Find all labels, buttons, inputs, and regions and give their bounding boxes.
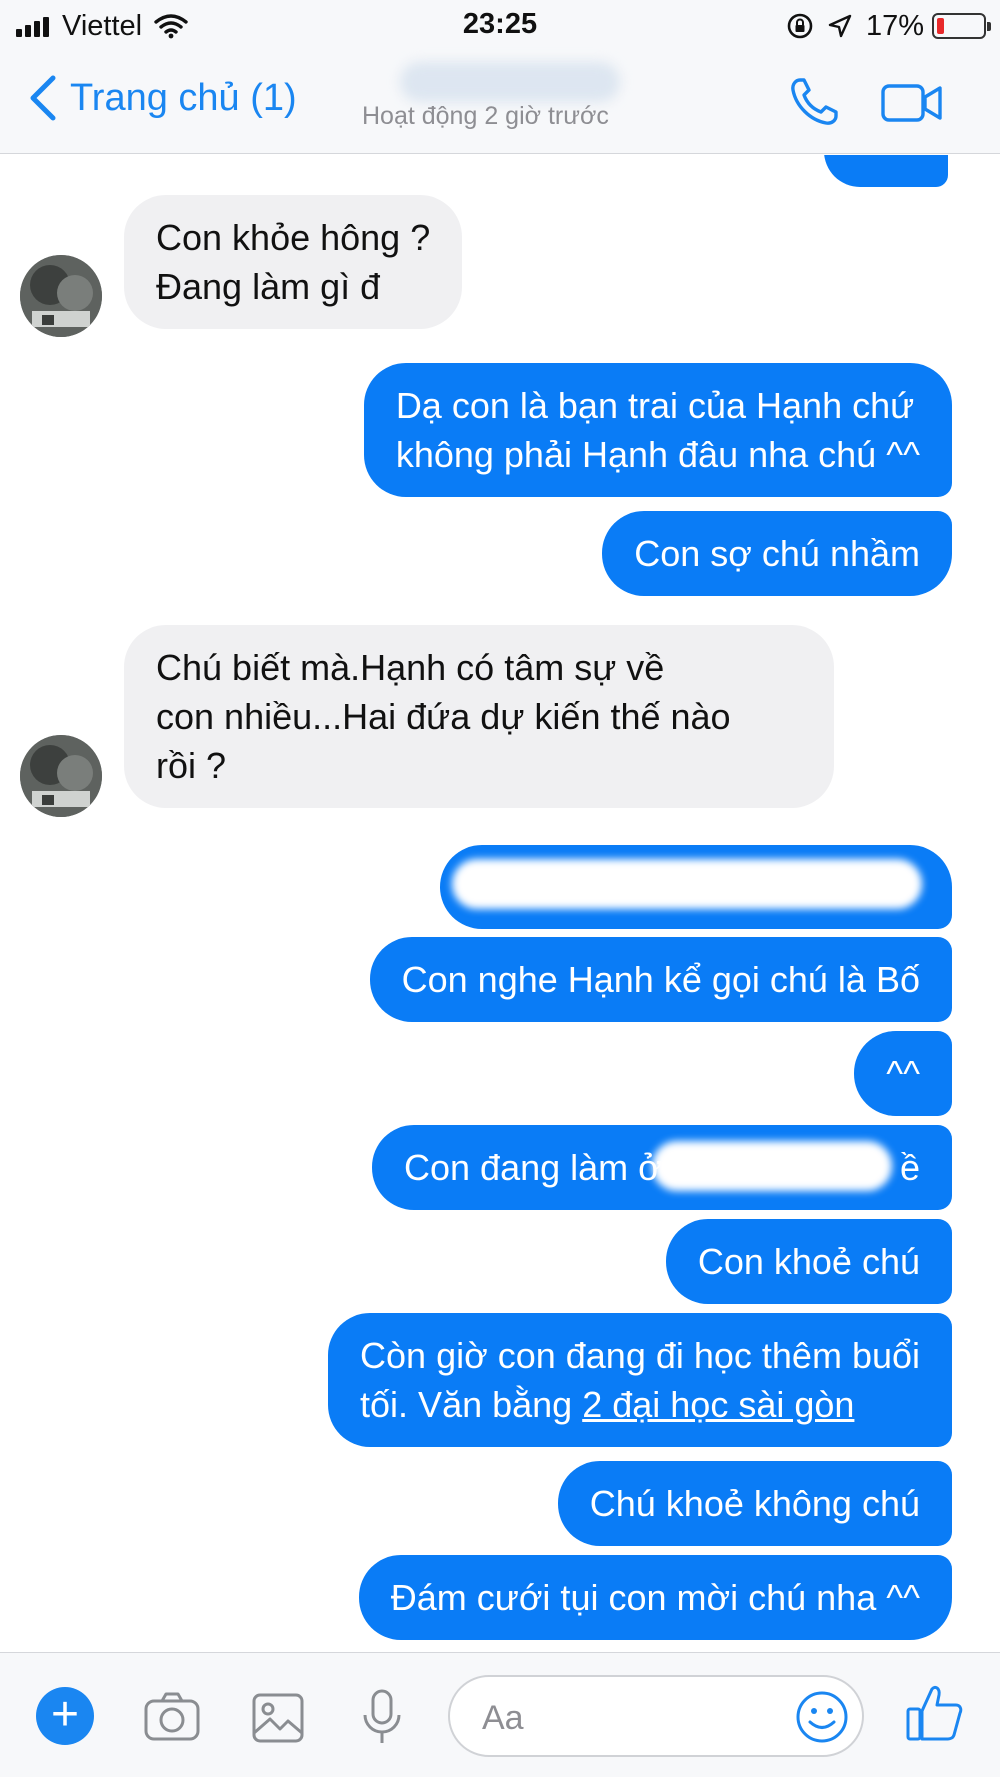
camera-icon[interactable]: [142, 1687, 202, 1747]
outgoing-message[interactable]: Con nghe Hạnh kể gọi chú là Bố: [369, 937, 952, 1022]
message-input-placeholder: Aa: [482, 1699, 524, 1737]
message-bubble-partial[interactable]: [824, 155, 948, 187]
message-line: không phải Hạnh đâu nha chú ^^: [395, 434, 920, 475]
message-input[interactable]: Aa: [448, 1675, 864, 1757]
outgoing-message[interactable]: Còn giờ con đang đi học thêm buổi tối. V…: [328, 1313, 952, 1447]
message-line: Đang làm gì đ: [156, 266, 381, 307]
battery-level: [937, 18, 945, 34]
message-line: Dạ con là bạn trai của Hạnh chứ: [395, 385, 915, 426]
message-list[interactable]: Con khỏe hông ? Đang làm gì đ Dạ con là …: [0, 155, 1000, 1650]
message-line: ^^: [886, 1053, 920, 1094]
message-line: Chú biết mà.Hạnh có tâm sự về: [156, 647, 665, 688]
plus-icon[interactable]: +: [36, 1687, 94, 1745]
chevron-left-icon: [30, 75, 56, 121]
message-composer: + Aa: [0, 1652, 1000, 1777]
contact-name-redacted: [400, 62, 620, 102]
avatar[interactable]: [20, 255, 102, 337]
incoming-message[interactable]: Con khỏe hông ? Đang làm gì đ: [124, 195, 463, 329]
message-text: tối. Văn bằng: [360, 1384, 583, 1425]
conversation-header: Trang chủ (1) Hoạt động 2 giờ trước: [0, 52, 1000, 154]
detected-link[interactable]: 2 đại học sài gòn: [582, 1384, 854, 1425]
rotation-lock-icon: [787, 13, 813, 39]
message-line: con nhiều...Hai đứa dự kiến thế nào: [156, 696, 731, 737]
message-line: Chú khoẻ không chú: [589, 1483, 920, 1524]
battery-icon: [932, 13, 991, 39]
video-camera-icon[interactable]: [880, 82, 944, 124]
outgoing-message-partially-redacted[interactable]: Con đang làm ở ề: [372, 1125, 952, 1210]
avatar-photo: [20, 735, 102, 817]
outgoing-message[interactable]: Con khoẻ chú: [665, 1219, 952, 1304]
message-line: Con khỏe hông ?: [156, 217, 431, 258]
outgoing-message[interactable]: Đám cưới tụi con mời chú nha ^^: [358, 1555, 952, 1640]
message-line: Con sợ chú nhầm: [634, 533, 920, 574]
message-text: Con đang làm ở: [404, 1147, 662, 1188]
message-line: rồi ?: [156, 745, 227, 786]
status-bar: Viettel 23:25 17%: [0, 0, 1000, 52]
outgoing-message[interactable]: Con sợ chú nhầm: [602, 511, 952, 596]
outgoing-message[interactable]: ^^: [854, 1031, 952, 1116]
message-line: Con nghe Hạnh kể gọi chú là Bố: [401, 959, 920, 1000]
message-line-with-link: tối. Văn bằng 2 đại học sài gòn: [360, 1380, 920, 1429]
outgoing-message[interactable]: Chú khoẻ không chú: [557, 1461, 952, 1546]
location-arrow-icon: [828, 14, 852, 38]
message-line: Đám cưới tụi con mời chú nha ^^: [390, 1577, 920, 1618]
phone-icon[interactable]: [786, 74, 842, 130]
message-text-tail: ề: [899, 1147, 920, 1188]
redaction-mark: [652, 1141, 892, 1191]
image-icon[interactable]: [248, 1687, 308, 1747]
microphone-icon[interactable]: [352, 1687, 412, 1747]
outgoing-message[interactable]: Dạ con là bạn trai của Hạnh chứ không ph…: [363, 363, 952, 497]
emoji-icon[interactable]: [794, 1689, 850, 1745]
thumbs-up-icon[interactable]: [904, 1681, 964, 1745]
avatar[interactable]: [20, 735, 102, 817]
status-right: 17%: [786, 8, 991, 44]
message-line: Con khoẻ chú: [697, 1241, 920, 1282]
message-line: Còn giờ con đang đi học thêm buổi: [360, 1335, 920, 1376]
avatar-photo: [20, 255, 102, 337]
battery-percent: 17%: [865, 9, 924, 42]
outgoing-message-redacted[interactable]: [440, 845, 952, 929]
incoming-message[interactable]: Chú biết mà.Hạnh có tâm sự về con nhiều.…: [124, 625, 834, 808]
redaction-mark: [452, 859, 922, 909]
back-button[interactable]: Trang chủ (1): [28, 74, 297, 122]
back-label: Trang chủ (1): [70, 76, 297, 119]
active-status: Hoạt động 2 giờ trước: [362, 102, 609, 130]
